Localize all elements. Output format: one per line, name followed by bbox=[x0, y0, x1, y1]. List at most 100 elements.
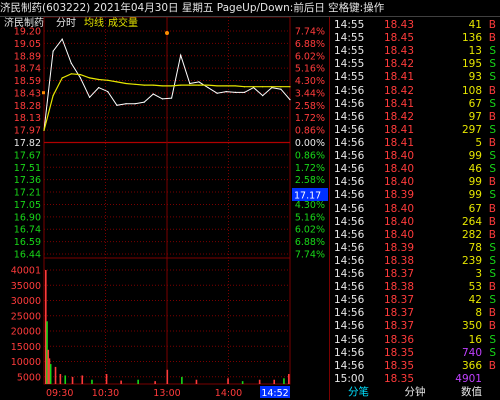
avg-point bbox=[271, 86, 273, 88]
price-point bbox=[98, 86, 100, 89]
time-tick-label: 09:30 bbox=[46, 388, 73, 399]
avg-point bbox=[98, 78, 100, 81]
avg-point bbox=[252, 86, 255, 88]
price-tick-label: 17.82 bbox=[14, 138, 41, 149]
price-point bbox=[134, 103, 136, 105]
avg-point bbox=[134, 83, 136, 85]
avg-point bbox=[79, 74, 82, 76]
pct-tick-label: 0.86% bbox=[295, 150, 325, 161]
pct-tick-label: 6.88% bbox=[295, 237, 325, 248]
price-point bbox=[189, 82, 191, 85]
price-tick-label: 16.90 bbox=[14, 212, 41, 223]
price-point bbox=[289, 99, 291, 101]
price-tick-label: 19.20 bbox=[14, 27, 41, 38]
time-tick-label: 13:00 bbox=[153, 388, 180, 399]
avg-point bbox=[198, 84, 200, 86]
price-tick-label: 16.74 bbox=[14, 225, 41, 236]
pct-tick-label: 5.16% bbox=[295, 64, 325, 75]
price-point bbox=[152, 93, 154, 95]
price-tick-label: 18.13 bbox=[14, 113, 41, 124]
price-point bbox=[225, 90, 227, 93]
price-tick-label: 17.97 bbox=[14, 126, 41, 137]
price-tick-label: 18.89 bbox=[14, 51, 41, 62]
tab-values[interactable]: 数值 bbox=[443, 384, 500, 400]
pct-tick-label: 3.44% bbox=[295, 88, 325, 99]
price-point bbox=[161, 98, 164, 100]
pct-tick-label: 7.74% bbox=[295, 27, 325, 38]
price-tick-label: 19.05 bbox=[14, 39, 41, 50]
volume-tick-label: 40001 bbox=[11, 266, 41, 277]
avg-point bbox=[143, 84, 145, 86]
volume-bar bbox=[195, 379, 198, 384]
avg-point bbox=[170, 85, 173, 87]
pct-tick-label: 4.30% bbox=[295, 200, 325, 211]
price-tick-label: 17.51 bbox=[14, 163, 41, 174]
price-tick-label: 16.59 bbox=[14, 237, 41, 248]
pct-tick-label: 2.58% bbox=[295, 101, 325, 112]
volume-bar bbox=[181, 376, 183, 384]
pct-tick-label: 2.58% bbox=[295, 175, 325, 186]
pct-tick-label: 6.02% bbox=[295, 225, 325, 236]
avg-point bbox=[61, 77, 63, 79]
volume-bar bbox=[227, 378, 229, 384]
legend-avg-line[interactable]: 均线 bbox=[84, 16, 104, 29]
price-point bbox=[107, 90, 109, 93]
price-point bbox=[125, 103, 127, 105]
price-tick-label: 18.74 bbox=[14, 64, 41, 75]
tab-trades[interactable]: 分笔 bbox=[330, 384, 387, 400]
avg-point bbox=[216, 85, 218, 87]
price-point bbox=[79, 77, 82, 79]
time-tick-label: 10:30 bbox=[92, 388, 119, 399]
avg-point bbox=[207, 84, 209, 86]
volume-tick-label: 25000 bbox=[11, 311, 41, 322]
avg-point bbox=[152, 84, 154, 86]
volume-bar bbox=[137, 379, 139, 384]
price-tick-label: 17.21 bbox=[14, 188, 41, 199]
volume-bar bbox=[120, 380, 122, 384]
tab-minute[interactable]: 分钟 bbox=[387, 384, 443, 400]
pct-tick-label: 6.88% bbox=[295, 39, 325, 50]
price-point bbox=[116, 104, 118, 106]
volume-bar bbox=[154, 381, 156, 384]
price-point bbox=[70, 62, 72, 64]
price-point bbox=[198, 81, 200, 83]
tick-list[interactable]: 14:55 18.43 41 B 14:55 18.45 136 B 14:55 18.43 13 S… bbox=[330, 17, 500, 385]
price-point bbox=[143, 101, 145, 103]
price-point bbox=[207, 86, 209, 89]
avg-point bbox=[125, 82, 127, 85]
price-point bbox=[88, 96, 91, 98]
avg-point bbox=[234, 85, 236, 87]
avg-point bbox=[189, 84, 191, 86]
price-tick-label: 18.59 bbox=[14, 76, 41, 87]
volume-tick-label: 15000 bbox=[11, 342, 41, 353]
tick-panel-tabs: 分笔 分钟 数值 bbox=[330, 384, 500, 400]
avg-point bbox=[180, 84, 182, 86]
volume-bar bbox=[71, 376, 74, 384]
avg-point bbox=[243, 86, 246, 88]
volume-bar bbox=[91, 379, 93, 384]
legend-volume[interactable]: 成交量 bbox=[108, 16, 138, 29]
chart-axes: 19.20 7.74% 19.05 6.88% 18.89 6.02% 18.74 5.16%… bbox=[11, 27, 325, 400]
left-marker bbox=[42, 91, 45, 95]
volume-bar bbox=[54, 366, 57, 384]
volume-bar bbox=[288, 374, 290, 384]
volume-bar bbox=[273, 379, 276, 384]
event-marker bbox=[165, 31, 169, 35]
price-point bbox=[170, 97, 173, 99]
price-point bbox=[216, 92, 218, 94]
price-tick-label: 18.43 bbox=[14, 88, 41, 99]
volume-bar bbox=[81, 375, 84, 384]
volume-tick-label: 20000 bbox=[11, 327, 41, 338]
avg-point bbox=[161, 85, 164, 87]
price-point bbox=[234, 91, 236, 94]
volume-bar bbox=[49, 364, 52, 384]
pct-tick-label: 4.30% bbox=[295, 76, 325, 87]
avg-point bbox=[116, 81, 118, 83]
avg-point bbox=[107, 79, 109, 81]
price-tick-label: 16.44 bbox=[14, 250, 41, 261]
avg-point bbox=[262, 86, 264, 88]
price-point bbox=[180, 54, 182, 56]
legend-period[interactable]: 分时 bbox=[56, 17, 76, 29]
volume-tick-label: 5000 bbox=[17, 372, 41, 383]
avg-point bbox=[280, 86, 282, 88]
